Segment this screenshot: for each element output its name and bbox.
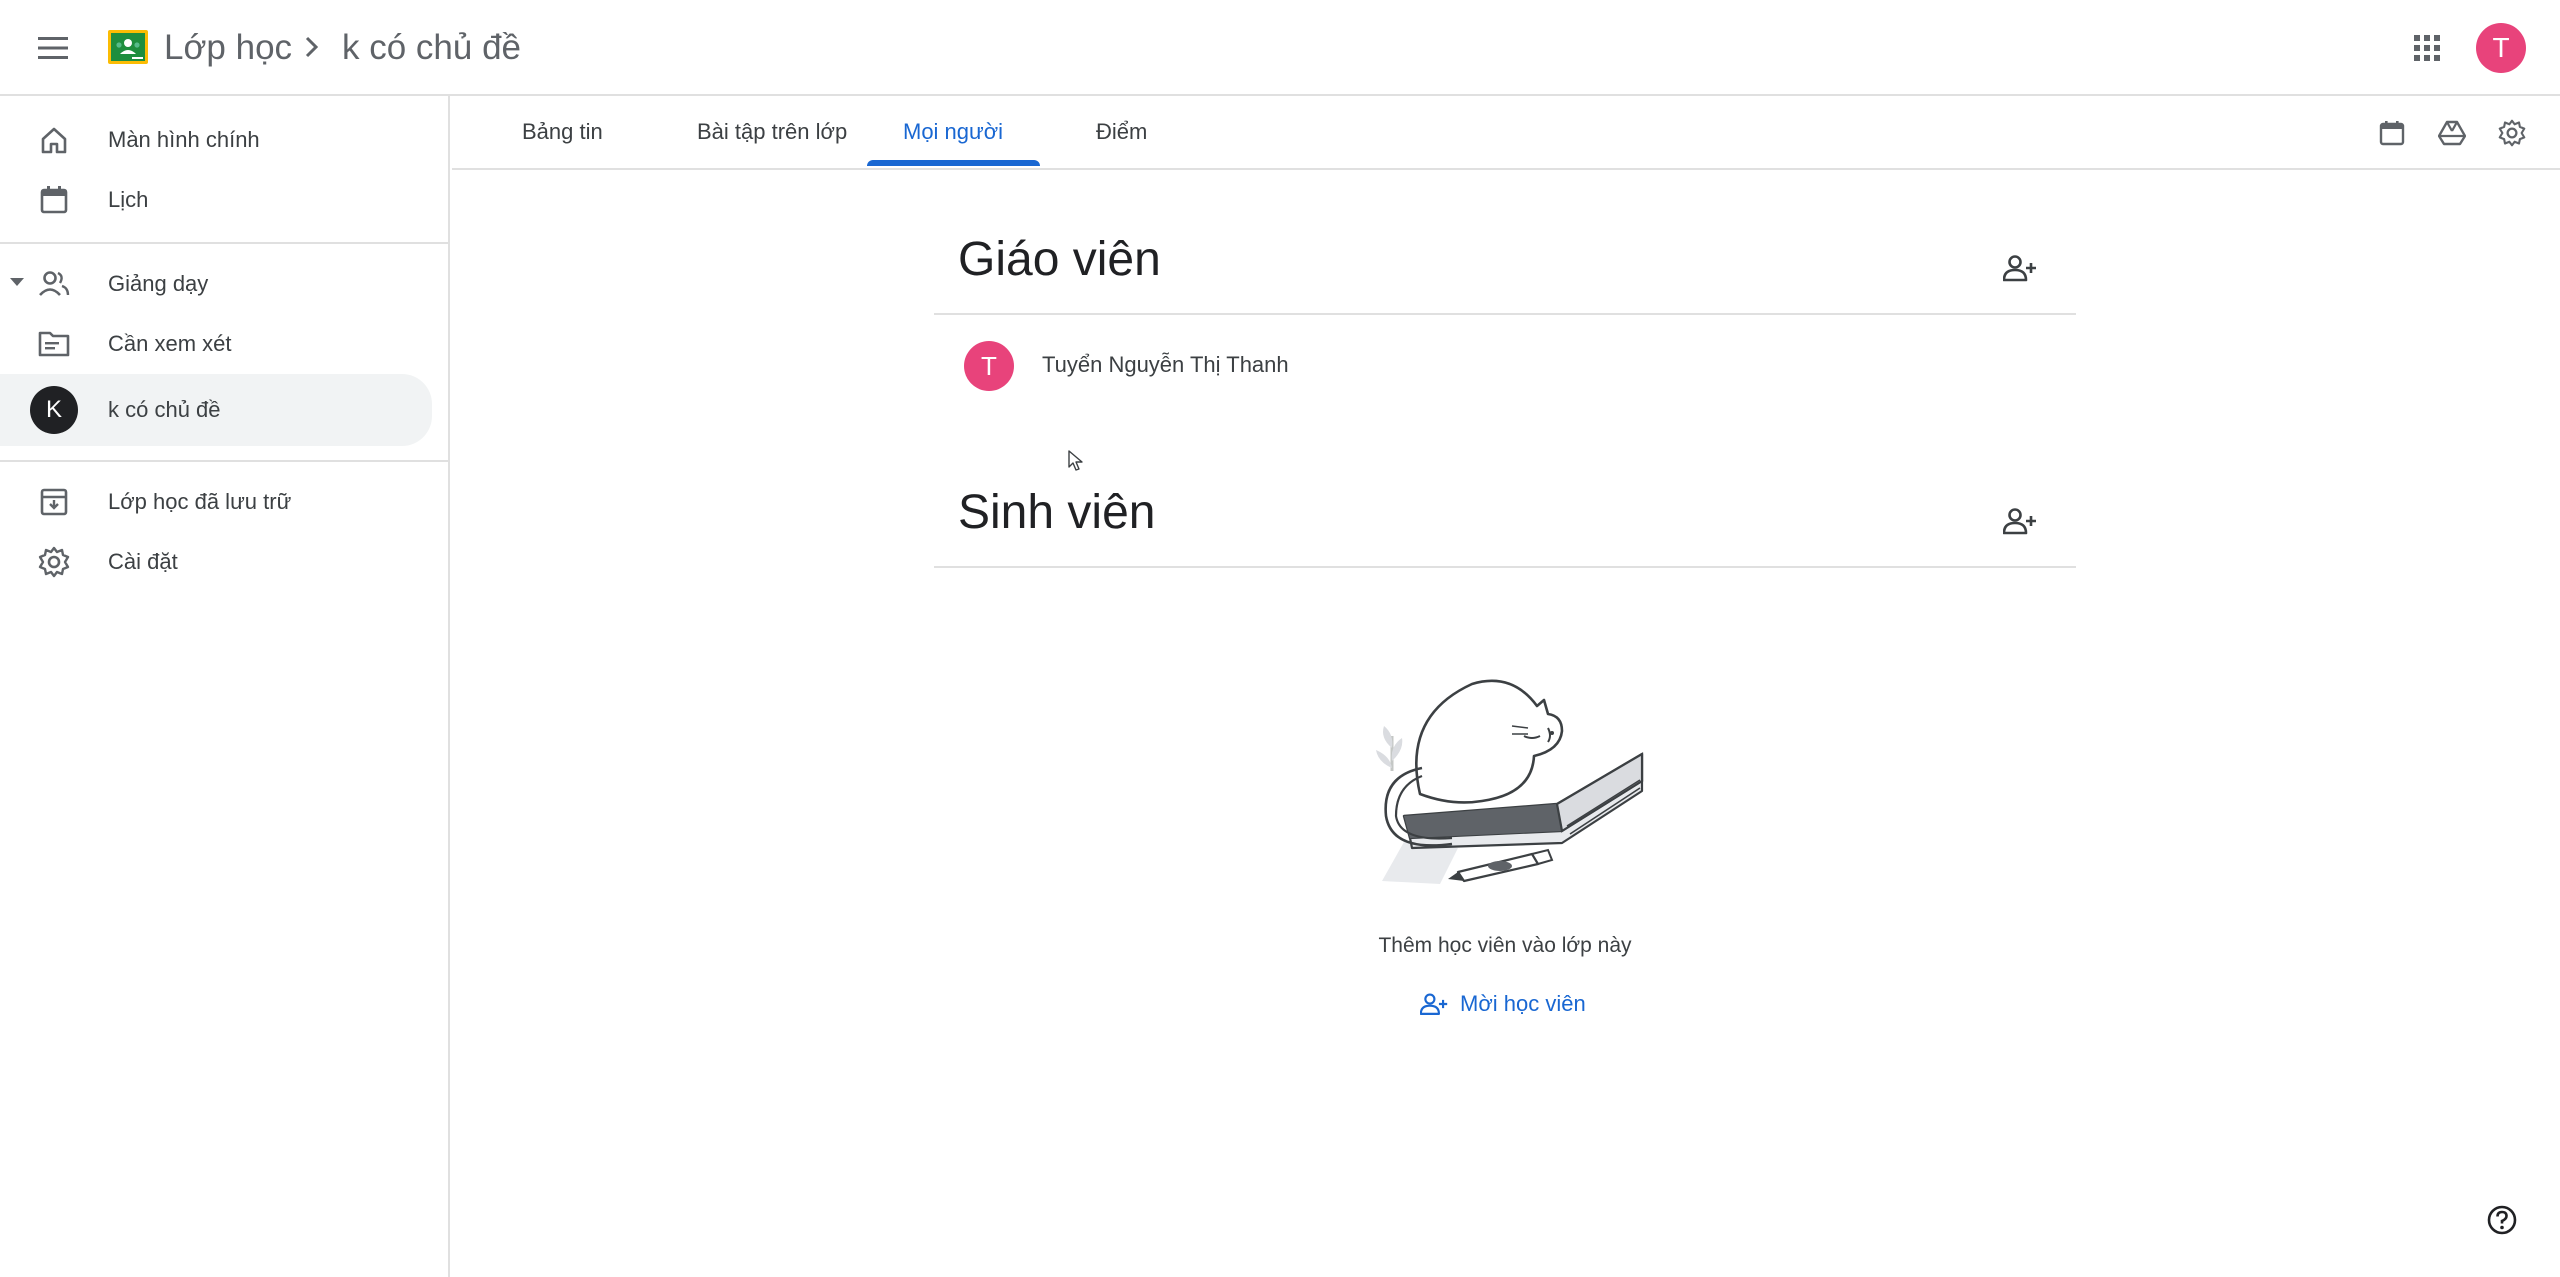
main-menu-button[interactable] bbox=[26, 22, 80, 74]
empty-state-message: Thêm học viên vào lớp này bbox=[1378, 934, 1632, 957]
calendar-button[interactable] bbox=[2367, 108, 2417, 158]
sidebar-item-label: Giảng dạy bbox=[108, 271, 209, 296]
class-settings-button[interactable] bbox=[2487, 108, 2537, 158]
sidebar-item-settings[interactable]: Cài đặt bbox=[0, 532, 432, 592]
students-heading: Sinh viên bbox=[958, 486, 1156, 539]
class-tabs: Bảng tin Bài tập trên lớp Mọi người Điểm bbox=[452, 96, 2560, 170]
breadcrumb-classroom-home[interactable]: Lớp học bbox=[164, 24, 292, 72]
person-add-icon bbox=[1420, 993, 1448, 1015]
sidebar-item-label: Lớp học đã lưu trữ bbox=[108, 489, 292, 514]
breadcrumb-class-name: k có chủ đề bbox=[342, 28, 521, 67]
people-icon bbox=[36, 266, 72, 302]
sidebar-divider bbox=[0, 460, 450, 462]
home-icon bbox=[36, 122, 72, 158]
hamburger-menu-icon bbox=[38, 37, 68, 59]
help-icon bbox=[2487, 1205, 2517, 1235]
sidebar-item-label: Màn hình chính bbox=[108, 127, 260, 152]
sidebar-item-label: Cần xem xét bbox=[108, 331, 232, 356]
class-avatar: K bbox=[30, 386, 78, 434]
person-add-icon bbox=[2003, 255, 2036, 282]
invite-student-button[interactable] bbox=[1994, 495, 2046, 547]
archive-icon bbox=[36, 484, 72, 520]
students-divider bbox=[934, 566, 2076, 568]
sidebar: Màn hình chính Lịch Giảng dạy Cần xem xé… bbox=[0, 96, 450, 1277]
review-folder-icon bbox=[36, 326, 72, 362]
sidebar-item-class-k-co-chu-de[interactable]: K k có chủ đề bbox=[0, 374, 432, 446]
gear-icon bbox=[2498, 119, 2526, 147]
classroom-logo-icon[interactable] bbox=[108, 30, 148, 64]
tab-stream[interactable]: Bảng tin bbox=[502, 96, 623, 168]
sidebar-item-label: Lịch bbox=[108, 187, 149, 212]
person-add-icon bbox=[2003, 508, 2036, 535]
mouse-pointer-icon bbox=[1068, 450, 1084, 472]
sidebar-item-teaching[interactable]: Giảng dạy bbox=[0, 254, 432, 314]
invite-teacher-button[interactable] bbox=[1994, 242, 2046, 294]
sidebar-item-archived-classes[interactable]: Lớp học đã lưu trữ bbox=[0, 472, 432, 532]
active-tab-indicator bbox=[867, 160, 1040, 166]
empty-class-illustration bbox=[1362, 676, 1648, 886]
breadcrumb-chevron-icon bbox=[302, 32, 322, 62]
sidebar-item-label: k có chủ đề bbox=[108, 397, 221, 422]
account-avatar[interactable]: T bbox=[2476, 23, 2526, 73]
drive-folder-button[interactable] bbox=[2427, 108, 2477, 158]
teacher-name[interactable]: Tuyển Nguyễn Thị Thanh bbox=[1042, 352, 1289, 378]
sidebar-item-to-review[interactable]: Cần xem xét bbox=[0, 314, 432, 374]
drive-icon bbox=[2438, 120, 2466, 146]
tab-grades[interactable]: Điểm bbox=[1076, 96, 1167, 168]
calendar-icon bbox=[36, 182, 72, 218]
teacher-avatar: T bbox=[964, 341, 1014, 391]
sidebar-item-home[interactable]: Màn hình chính bbox=[0, 110, 432, 170]
invite-students-button[interactable]: Mời học viên bbox=[1406, 984, 1600, 1024]
gear-icon bbox=[36, 544, 72, 580]
teachers-heading: Giáo viên bbox=[958, 233, 1161, 286]
sidebar-divider bbox=[0, 242, 450, 244]
sidebar-item-label: Cài đặt bbox=[108, 549, 178, 574]
teachers-divider bbox=[934, 313, 2076, 315]
top-app-bar: Lớp học k có chủ đề T bbox=[0, 0, 2560, 96]
tab-people[interactable]: Mọi người bbox=[883, 96, 1023, 168]
apps-grid-icon bbox=[2414, 35, 2440, 61]
invite-students-label: Mời học viên bbox=[1460, 991, 1586, 1016]
google-apps-button[interactable] bbox=[2400, 22, 2454, 74]
sidebar-item-calendar[interactable]: Lịch bbox=[0, 170, 432, 230]
calendar-icon bbox=[2379, 121, 2405, 146]
help-button[interactable] bbox=[2480, 1198, 2524, 1242]
tab-classwork[interactable]: Bài tập trên lớp bbox=[677, 96, 867, 168]
caret-down-icon[interactable] bbox=[10, 278, 24, 288]
